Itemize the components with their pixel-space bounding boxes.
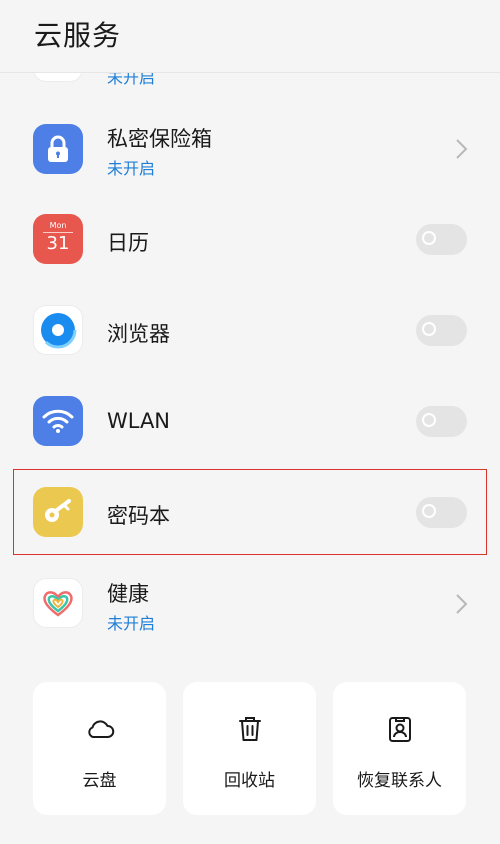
calendar-icon: Mon 31	[33, 214, 83, 264]
card-label: 恢复联系人	[357, 771, 442, 791]
browser-toggle[interactable]	[416, 315, 467, 346]
card-cloud-drive[interactable]: 云盘	[33, 682, 166, 815]
card-restore-contacts[interactable]: 恢复联系人	[333, 682, 466, 815]
calendar-icon-month: Mon	[49, 221, 67, 230]
browser-icon	[33, 305, 83, 355]
toggle-knob	[422, 322, 436, 336]
list-item-status: 未开启	[107, 159, 156, 178]
contact-badge-icon	[388, 717, 411, 742]
calendar-toggle[interactable]	[416, 224, 467, 255]
lock-icon	[33, 124, 83, 174]
chevron-right-icon	[456, 139, 468, 159]
toggle-knob	[422, 413, 436, 427]
card-label: 回收站	[224, 771, 275, 791]
chevron-right-icon	[456, 594, 468, 614]
list-item-health[interactable]: 健康 未开启	[0, 558, 500, 648]
list-item-wlan[interactable]: WLAN	[0, 376, 500, 466]
page-title: 云服务	[34, 19, 122, 52]
list-item-label: 私密保险箱	[107, 127, 212, 151]
list-item-browser[interactable]: 浏览器	[0, 285, 500, 375]
list-item-label: WLAN	[107, 409, 171, 433]
list-item-status: 未开启	[107, 614, 156, 633]
health-heart-icon	[33, 578, 83, 628]
cloud-icon	[87, 720, 114, 738]
list-item-calendar[interactable]: Mon 31 日历	[0, 194, 500, 284]
card-recycle-bin[interactable]: 回收站	[183, 682, 316, 815]
list-item-private-safe[interactable]: 私密保险箱 未开启	[0, 103, 500, 193]
calendar-icon-divider	[43, 232, 73, 233]
card-label: 云盘	[82, 771, 117, 791]
wlan-toggle[interactable]	[416, 406, 467, 437]
calendar-icon-day: 31	[46, 233, 70, 254]
list-item-label: 日历	[107, 231, 149, 255]
list-item-label: 健康	[107, 582, 149, 606]
app-header: 云服务	[0, 0, 500, 73]
cloud-service-list: 未开启 私密保险箱 未开启 Mon 31 日历 浏览器 WLAN 密码本 健康 …	[0, 0, 500, 660]
trash-icon	[238, 717, 261, 741]
toggle-knob	[422, 231, 436, 245]
wifi-icon	[33, 396, 83, 446]
highlight-box	[13, 469, 487, 555]
list-item-label: 浏览器	[107, 322, 170, 346]
